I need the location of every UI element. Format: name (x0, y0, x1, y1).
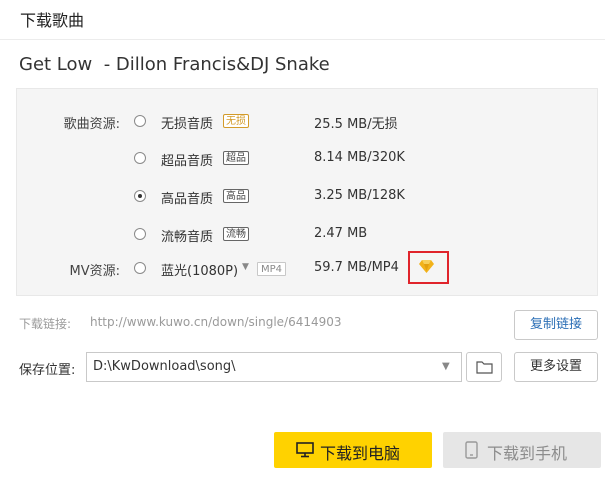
size-mv: 59.7 MB/MP4 (314, 260, 399, 275)
mv-dropdown-arrow-icon[interactable]: ▼ (242, 262, 249, 272)
download-to-pc-button[interactable]: 下载到电脑 (274, 432, 432, 468)
diamond-icon[interactable] (419, 260, 434, 273)
quality-name: 无损音质 (161, 117, 214, 132)
download-link-label: 下载链接: (19, 317, 72, 331)
size-smooth: 2.47 MB (314, 226, 368, 241)
download-to-phone-label: 下载到手机 (487, 444, 568, 463)
browse-folder-button[interactable] (466, 352, 502, 382)
radio-smooth[interactable] (134, 228, 146, 240)
size-super: 8.14 MB/320K (314, 150, 405, 165)
high-badge: 高品 (223, 189, 249, 203)
more-settings-button[interactable]: 更多设置 (514, 352, 598, 382)
download-link-url[interactable]: http://www.kuwo.cn/down/single/6414903 (90, 315, 342, 329)
monitor-icon (296, 442, 314, 458)
download-to-phone-button[interactable]: 下载到手机 (443, 432, 601, 468)
save-path-value: D:\KwDownload\song\ (93, 359, 236, 374)
copy-link-button[interactable]: 复制链接 (514, 310, 598, 340)
size-high: 3.25 MB/128K (314, 188, 405, 203)
quality-name: 流畅音质 (161, 230, 214, 245)
folder-icon (476, 361, 493, 374)
save-location-label: 保存位置: (19, 363, 76, 378)
mv-quality-name: 蓝光(1080P) (161, 264, 239, 279)
song-resource-label: 歌曲资源: (63, 117, 120, 132)
title-divider (0, 39, 605, 40)
mv-format-tag: MP4 (257, 262, 287, 276)
radio-lossless[interactable] (134, 115, 146, 127)
quality-name: 超品音质 (161, 154, 214, 169)
radio-super[interactable] (134, 152, 146, 164)
smooth-badge: 流畅 (223, 227, 249, 241)
mv-resource-label: MV资源: (69, 264, 121, 279)
dialog-title: 下载歌曲 (20, 11, 85, 30)
lossless-badge: 无损 (223, 114, 249, 128)
size-lossless: 25.5 MB/无损 (314, 117, 398, 132)
radio-mv[interactable] (134, 262, 146, 274)
download-to-pc-label: 下载到电脑 (320, 444, 401, 463)
save-path-select[interactable]: D:\KwDownload\song\ ▼ (86, 352, 462, 382)
radio-high[interactable] (134, 190, 146, 202)
song-title: Get Low - Dillon Francis&DJ Snake (19, 54, 330, 75)
path-dropdown-arrow-icon[interactable]: ▼ (442, 361, 450, 372)
quality-name: 高品音质 (161, 192, 214, 207)
super-badge: 超品 (223, 151, 249, 165)
phone-icon (465, 441, 478, 459)
